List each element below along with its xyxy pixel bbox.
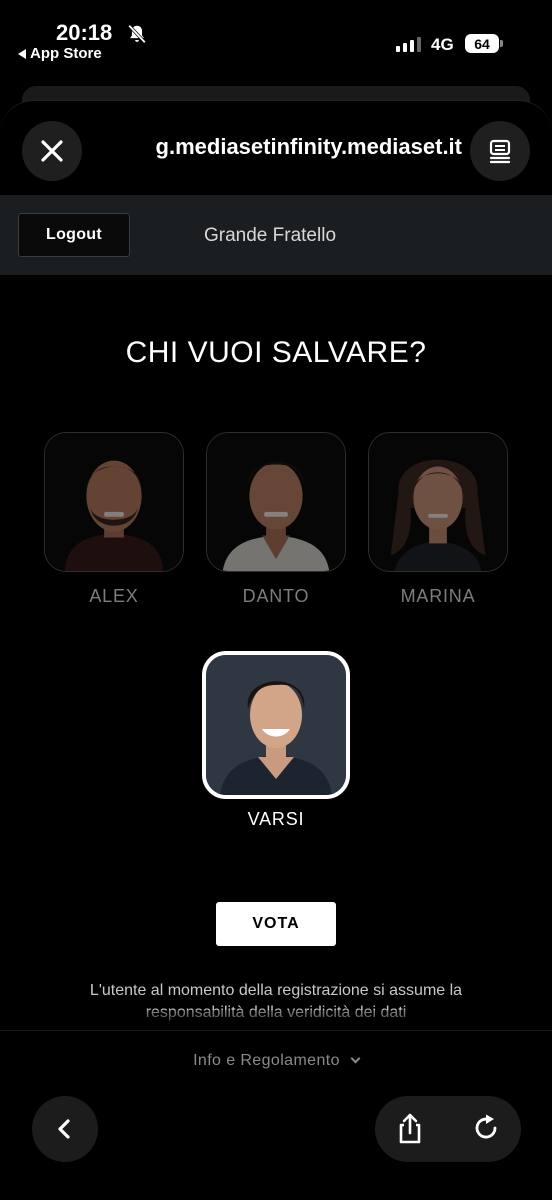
status-bar: 20:18 App Store 4G 64 [0, 0, 552, 70]
candidate-portrait [369, 433, 507, 571]
candidate-portrait [206, 655, 346, 795]
candidate-name: VARSI [247, 809, 305, 829]
network-type: 4G [431, 35, 454, 54]
vote-question: CHI VUOI SALVARE? [125, 336, 427, 369]
vote-button[interactable]: VOTA [216, 902, 336, 946]
info-rules-label: Info e Regolamento [193, 1052, 340, 1069]
share-icon [399, 1113, 421, 1144]
candidate-portrait [207, 433, 345, 571]
info-rules-link[interactable]: Info e Regolamento [0, 1052, 552, 1070]
reload-button[interactable] [466, 1108, 506, 1148]
header-title: Grande Fratello [204, 225, 337, 246]
chevron-down-icon [350, 1053, 361, 1064]
close-icon [41, 140, 63, 162]
candidate-marina[interactable]: MARINA [368, 432, 508, 607]
disclaimer-fade [0, 1010, 552, 1032]
status-time: 20:18 [56, 20, 113, 45]
candidate-photo-selected [202, 651, 350, 799]
candidate-alex[interactable]: ALEX [44, 432, 184, 607]
candidate-photo [368, 432, 508, 572]
candidate-portrait [45, 433, 183, 571]
candidate-name: ALEX [89, 586, 139, 606]
browser-back-button[interactable] [32, 1096, 98, 1162]
close-button[interactable] [22, 121, 82, 181]
candidate-photo [206, 432, 346, 572]
bell-off-icon [128, 24, 146, 44]
cellular-signal-icon [396, 37, 421, 52]
page-menu-button[interactable] [470, 121, 530, 181]
reload-icon [475, 1114, 497, 1139]
battery-level: 64 [474, 35, 490, 52]
logout-button[interactable]: Logout [18, 213, 130, 257]
candidate-name: MARINA [400, 586, 476, 606]
page-header: Logout Grande Fratello [0, 195, 552, 275]
candidate-varsi[interactable]: VARSI [202, 651, 350, 830]
url-fade [110, 130, 134, 166]
candidate-name: DANTO [242, 586, 310, 606]
back-app-label: App Store [30, 45, 102, 62]
battery-icon: 64 [465, 34, 499, 53]
chevron-left-icon [58, 1119, 70, 1139]
candidate-danto[interactable]: DANTO [206, 432, 346, 607]
battery-tip [500, 40, 503, 47]
back-triangle-icon [18, 48, 26, 59]
share-button[interactable] [390, 1108, 430, 1148]
candidate-photo [44, 432, 184, 572]
back-to-app-store[interactable]: App Store [18, 45, 102, 62]
url-text[interactable]: g.mediasetinfinity.mediaset.it [112, 134, 462, 160]
page-menu-icon [489, 139, 511, 164]
